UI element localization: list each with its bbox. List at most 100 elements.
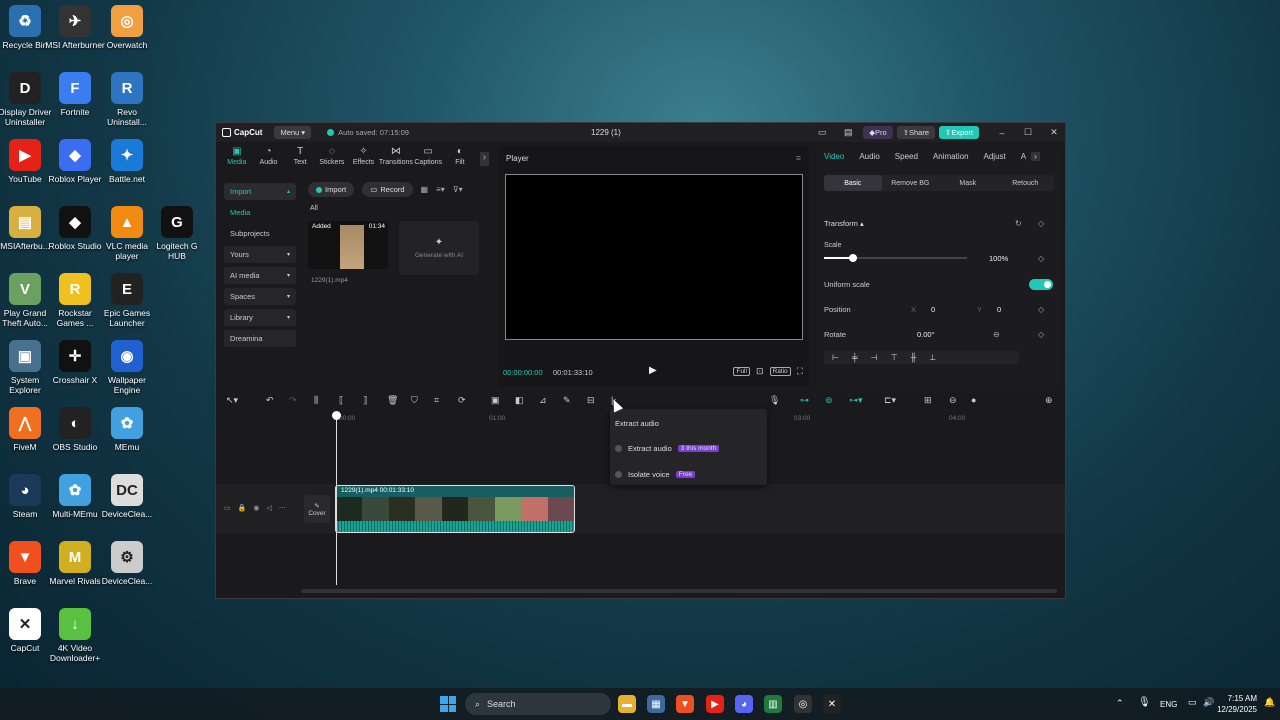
maximize-icon[interactable]: ☐ [1017,127,1039,138]
tool-tab-effects[interactable]: ✧ Effects [348,146,380,174]
player-screen[interactable] [505,174,803,340]
desktop-icon[interactable]: F Fortnite [45,72,105,117]
brave-icon[interactable]: ▼ [676,695,694,713]
property-sub-tab[interactable]: Remove BG [882,175,940,191]
discord-icon[interactable]: ◕ [735,695,753,713]
tool-tab-text[interactable]: T Text [284,146,316,174]
freeze-icon[interactable]: ▣ [491,395,500,406]
remove-bg-icon[interactable]: ⊿ [539,395,547,406]
caption-icon[interactable]: ⊟ [587,395,595,406]
filter-all[interactable]: All [310,205,318,212]
property-sub-tab[interactable]: Mask [939,175,997,191]
reset-icon[interactable]: ↻ [1015,219,1022,228]
tabs-scroll-right-icon[interactable]: › [479,152,490,166]
timeline-video-clip[interactable]: 1229(1).mp4 00:01:33:10 [335,485,575,533]
isolate-voice-option[interactable]: Isolate voice Free [615,470,696,479]
youtube-icon[interactable]: ▶ [706,695,724,713]
ratio-button[interactable]: Ratio [769,367,791,376]
desktop-icon[interactable]: E Epic Games Launcher [97,273,157,328]
ai-icon[interactable]: ⊞ [924,395,932,406]
extract-audio-option[interactable]: Extract audio 3 this month [615,444,720,453]
minimize-icon[interactable]: – [991,128,1013,138]
align-bottom-icon[interactable]: ⊥ [929,353,936,362]
record-button[interactable]: ▭ Record [362,182,413,197]
playhead-handle[interactable] [332,411,341,420]
align-left-icon[interactable]: ⊢ [832,353,839,362]
tool-tab-filt[interactable]: ◐ Filt [444,146,476,174]
player-menu-icon[interactable]: ≡ [796,153,801,163]
scale-keyframe-icon[interactable]: ◇ [1038,254,1044,263]
filter-icon[interactable]: ⊽▾ [453,185,463,194]
microphone-icon[interactable]: 🎙 [769,395,780,406]
layout-icon[interactable]: ▭ [811,127,833,138]
shortcut-icon[interactable]: ▤ [837,127,859,138]
desktop-icon[interactable]: ✿ MEmu [97,407,157,452]
rotate-dial-icon[interactable]: ⊖ [993,330,1000,339]
nav-item-yours[interactable]: Yours ▾ [224,246,296,263]
nav-item-import[interactable]: Import ▴ [224,183,296,200]
taskbar-search[interactable]: ⌕ Search [465,693,611,715]
desktop-icon[interactable]: G Logitech G HUB [147,206,207,261]
pos-y-input[interactable]: 0 [997,305,1001,314]
nav-item-dreamina[interactable]: Dreamina [224,330,296,347]
nav-item-subprojects[interactable]: Subprojects [224,225,296,242]
share-button[interactable]: ⇪ Share [896,126,936,139]
pro-button[interactable]: ◆ Pro [863,126,893,139]
desktop-icon[interactable]: ◆ Roblox Player [45,139,105,184]
full-quality-button[interactable]: Full [733,367,750,376]
start-button[interactable] [440,696,456,712]
desktop-icon[interactable]: ◆ Roblox Studio [45,206,105,251]
snapshot-icon[interactable]: ⊡ [756,366,764,377]
nav-item-spaces[interactable]: Spaces ▾ [224,288,296,305]
property-tab[interactable]: A [1021,152,1026,161]
eye-icon[interactable]: ◉ [253,504,259,512]
magic-icon[interactable]: ✎ [563,395,571,406]
align-top-icon[interactable]: ⊤ [891,353,898,362]
split-right-icon[interactable]: ⟧ [363,395,367,406]
pos-x-input[interactable]: 0 [931,305,977,314]
desktop-icon[interactable]: ↓ 4K Video Downloader+ [45,608,105,663]
desktop-icon[interactable]: ⚙ DeviceClea... [97,541,157,586]
track-view-icon[interactable]: ▭ [224,504,231,512]
tray-chevron-icon[interactable]: ⌃ [1116,698,1124,709]
position-keyframe-icon[interactable]: ◇ [1038,305,1044,314]
microphone-tray-icon[interactable]: 🎙 [1138,697,1151,708]
desktop-icon[interactable]: ◎ Overwatch [97,5,157,50]
select-tool-icon[interactable]: ↖▾ [226,395,238,406]
split-left-icon[interactable]: ⟦ [339,395,343,406]
undo-icon[interactable]: ↶ [266,395,274,406]
timeline-scrollbar[interactable] [301,589,1057,593]
store-icon[interactable]: ▦ [647,695,665,713]
cover-button[interactable]: ✎ Cover [304,495,330,523]
desktop-icon[interactable]: R Revo Uninstall... [97,72,157,127]
desktop-icon[interactable]: R Rockstar Games ... [45,273,105,328]
more-icon[interactable]: ⋯ [279,504,286,512]
file-explorer-icon[interactable]: ▬ [618,695,636,713]
delete-icon[interactable]: 🗑 [387,395,398,406]
mirror-icon[interactable]: ◧ [515,395,524,406]
audio-mute-icon[interactable]: ◁ [266,504,271,512]
rotate-keyframe-icon[interactable]: ◇ [1038,330,1044,339]
preview-axis-icon[interactable]: ⊏▾ [884,395,896,406]
play-icon[interactable]: ▶ [649,365,657,376]
desktop-icon[interactable]: ✛ Crosshair X [45,340,105,385]
nav-item-ai-media[interactable]: AI media ▾ [224,267,296,284]
link-icon[interactable]: ⊶ [800,395,809,406]
crop-icon[interactable]: ⌗ [434,395,439,406]
desktop-icon[interactable]: M Marvel Rivals [45,541,105,586]
redo-icon[interactable]: ↷ [289,395,297,406]
sort-icon[interactable]: ≡▾ [436,185,445,194]
tool-tab-media[interactable]: ▣ Media [221,146,253,174]
property-tab[interactable]: Audio [859,152,879,161]
zoom-out-icon[interactable]: ⊖ [949,395,957,406]
capcut-taskbar-icon[interactable]: ✕ [823,695,841,713]
scale-slider[interactable] [824,254,967,262]
language-indicator[interactable]: ENG [1160,700,1177,709]
fullscreen-icon[interactable]: ⛶ [797,366,803,377]
desktop-icon[interactable]: ✦ Battle.net [97,139,157,184]
media-clip-thumbnail[interactable]: Added 01:34 [308,221,388,269]
desktop-icon[interactable]: DC DeviceClea... [97,474,157,519]
align-middle-v-icon[interactable]: ╫ [911,353,917,362]
zoom-slider-handle[interactable]: ● [971,395,976,405]
marker-icon[interactable]: ⛉ [411,395,418,406]
